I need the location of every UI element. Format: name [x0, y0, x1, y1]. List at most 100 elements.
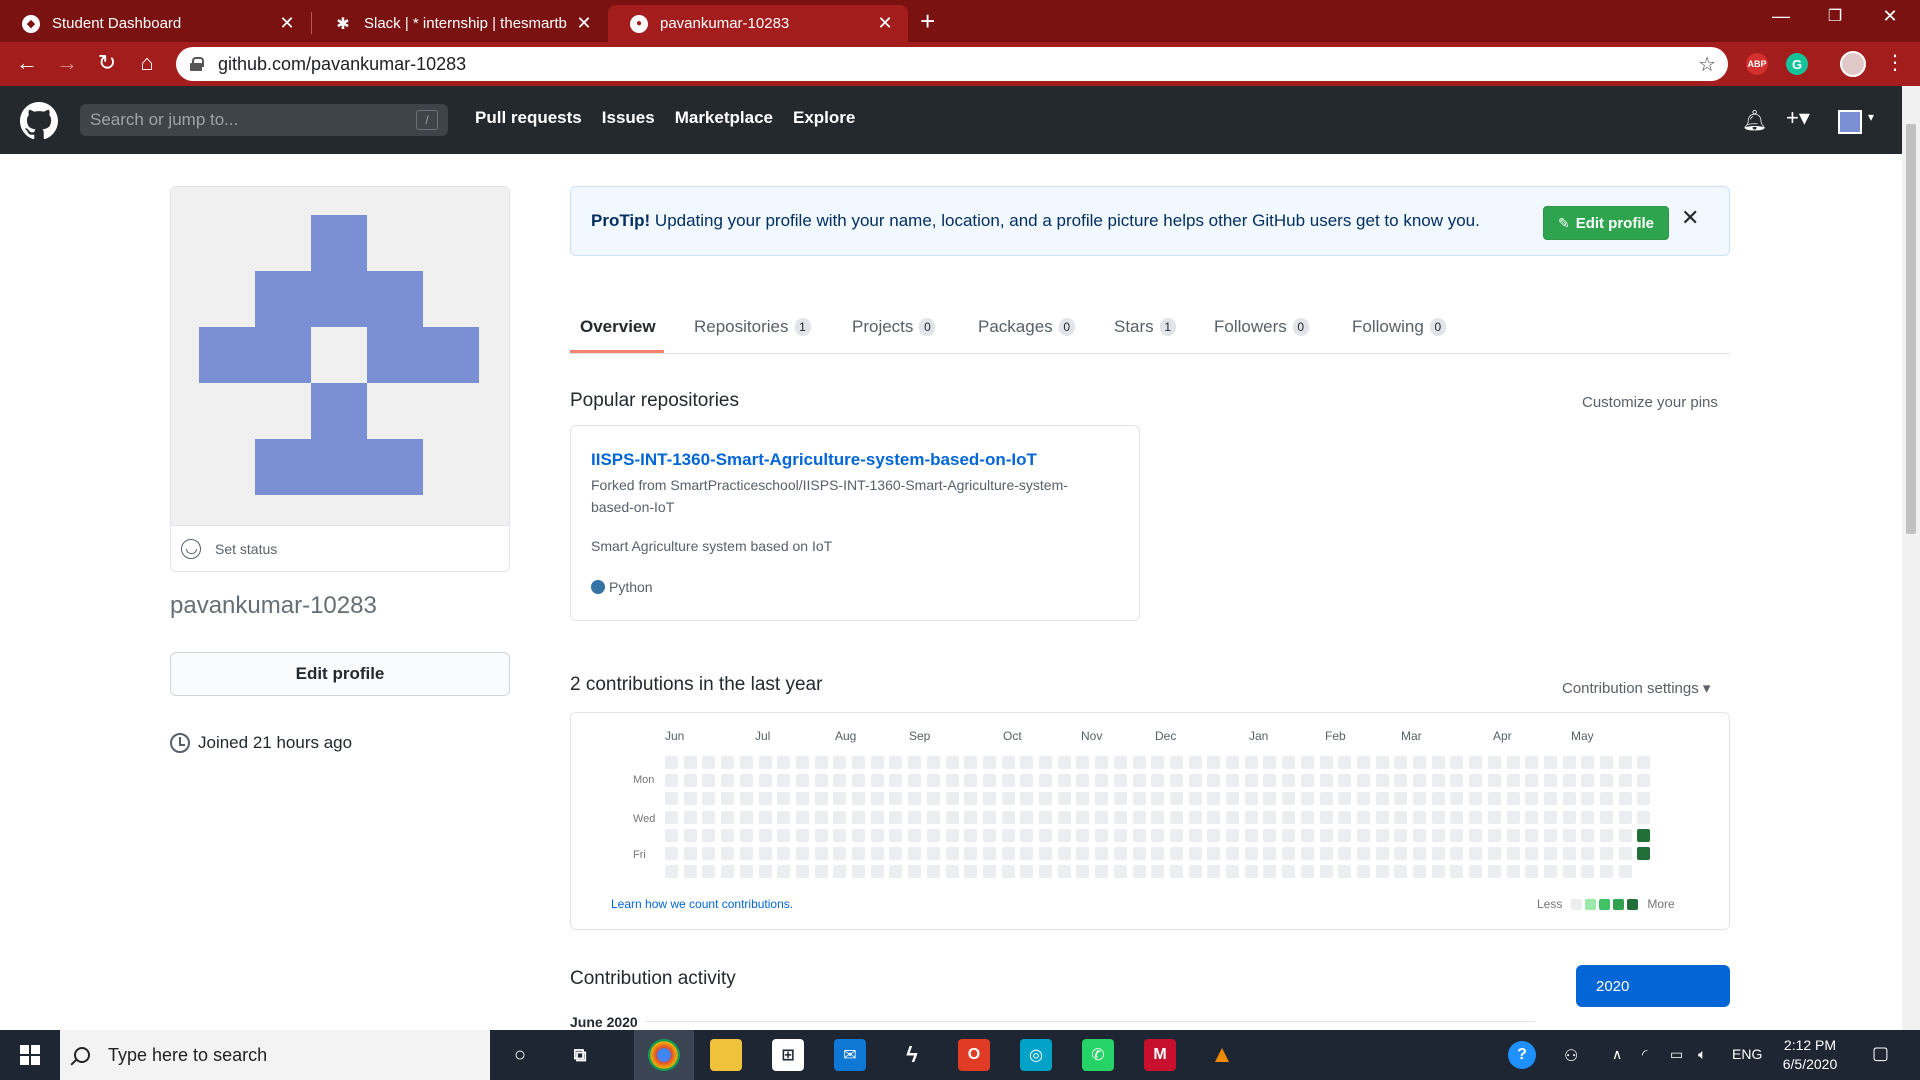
- contribution-day-cell[interactable]: [1207, 810, 1221, 824]
- contribution-day-cell[interactable]: [964, 810, 978, 824]
- contribution-day-cell[interactable]: [926, 847, 940, 860]
- contribution-day-cell[interactable]: [795, 828, 809, 842]
- contribution-day-cell[interactable]: [982, 810, 996, 824]
- contribution-day-cell[interactable]: [1188, 828, 1202, 842]
- taskbar-clock[interactable]: 2:12 PM 6/5/2020: [1770, 1036, 1850, 1074]
- contribution-day-cell[interactable]: [1562, 865, 1576, 879]
- profile-avatar-icon[interactable]: [1840, 51, 1866, 77]
- contribution-day-cell[interactable]: [1020, 810, 1034, 824]
- learn-contributions-link[interactable]: Learn how we count contributions.: [611, 897, 793, 911]
- contribution-day-cell[interactable]: [1113, 828, 1127, 842]
- notifications-icon[interactable]: ▢: [1872, 1043, 1889, 1064]
- contribution-day-cell[interactable]: [1113, 865, 1127, 879]
- contribution-day-cell[interactable]: [777, 828, 791, 842]
- contribution-day-cell[interactable]: [1188, 810, 1202, 824]
- contribution-day-cell[interactable]: [1506, 756, 1520, 769]
- contribution-day-cell[interactable]: [1020, 774, 1034, 788]
- contribution-day-cell[interactable]: [1207, 792, 1221, 806]
- contribution-day-cell[interactable]: [1600, 847, 1613, 860]
- contribution-day-cell[interactable]: [1356, 828, 1370, 842]
- dismiss-close-icon[interactable]: ✕: [1681, 205, 1699, 231]
- contribution-day-cell[interactable]: [870, 847, 884, 860]
- contribution-day-cell[interactable]: [1226, 792, 1239, 806]
- contribution-day-cell[interactable]: [739, 847, 753, 860]
- contribution-day-cell[interactable]: [1487, 774, 1501, 788]
- contribution-day-cell[interactable]: [833, 847, 847, 860]
- contribution-day-cell[interactable]: [739, 774, 753, 788]
- contribution-day-cell[interactable]: [1487, 792, 1501, 806]
- contribution-day-cell[interactable]: [852, 828, 865, 842]
- mail-icon[interactable]: ✉: [834, 1039, 866, 1071]
- contribution-day-cell[interactable]: [964, 774, 978, 788]
- contribution-day-cell[interactable]: [665, 810, 678, 824]
- contribution-day-cell[interactable]: [1282, 774, 1296, 788]
- contribution-day-cell[interactable]: [982, 865, 996, 879]
- mcafee-icon[interactable]: M: [1144, 1039, 1176, 1071]
- contribution-day-cell[interactable]: [1039, 847, 1052, 860]
- contribution-day-cell[interactable]: [1132, 792, 1146, 806]
- contribution-day-cell[interactable]: [1095, 774, 1109, 788]
- year-2020-button[interactable]: 2020: [1576, 965, 1730, 1007]
- contribution-day-cell[interactable]: [926, 774, 940, 788]
- tab-stars[interactable]: Stars 1: [1114, 310, 1176, 344]
- contribution-day-cell[interactable]: [1113, 810, 1127, 824]
- bell-icon[interactable]: 🔔︎: [1742, 108, 1767, 133]
- contribution-day-cell[interactable]: [964, 828, 978, 842]
- contribution-day-cell[interactable]: [1600, 774, 1613, 788]
- contribution-day-cell[interactable]: [1543, 756, 1557, 769]
- contribution-day-cell[interactable]: [1076, 847, 1090, 860]
- contribution-day-cell[interactable]: [1300, 847, 1314, 860]
- home-icon[interactable]: ⌂: [132, 50, 162, 76]
- contribution-day-cell[interactable]: [1450, 774, 1464, 788]
- contribution-day-cell[interactable]: [721, 865, 735, 879]
- contribution-day-cell[interactable]: [1450, 828, 1464, 842]
- contribution-day-cell[interactable]: [1394, 847, 1408, 860]
- contribution-day-cell[interactable]: [1282, 756, 1296, 769]
- contribution-day-cell[interactable]: [1095, 792, 1109, 806]
- contribution-day-cell[interactable]: [1095, 865, 1109, 879]
- contribution-day-cell[interactable]: [1039, 865, 1052, 879]
- contribution-day-cell[interactable]: [758, 810, 772, 824]
- contribution-day-cell[interactable]: [758, 847, 772, 860]
- contribution-day-cell[interactable]: [1338, 756, 1352, 769]
- contribution-day-cell[interactable]: [1618, 847, 1632, 860]
- contribution-day-cell[interactable]: [1282, 828, 1296, 842]
- contribution-day-cell[interactable]: [1356, 774, 1370, 788]
- contribution-day-cell[interactable]: [1226, 774, 1239, 788]
- contribution-day-cell[interactable]: [777, 792, 791, 806]
- chrome-icon[interactable]: [648, 1039, 680, 1071]
- contribution-day-cell[interactable]: [1413, 756, 1426, 769]
- contribution-day-cell[interactable]: [1506, 847, 1520, 860]
- customize-pins-link[interactable]: Customize your pins: [1582, 394, 1718, 411]
- contribution-day-cell[interactable]: [870, 792, 884, 806]
- adblock-icon[interactable]: ABP: [1746, 53, 1768, 75]
- contribution-day-cell[interactable]: [1450, 810, 1464, 824]
- whatsapp-icon[interactable]: ✆: [1082, 1039, 1114, 1071]
- contribution-day-cell[interactable]: [1375, 792, 1389, 806]
- contribution-day-cell[interactable]: [1525, 756, 1539, 769]
- contribution-day-cell[interactable]: [908, 847, 922, 860]
- contribution-day-cell[interactable]: [1300, 828, 1314, 842]
- contribution-day-cell[interactable]: [1581, 828, 1595, 842]
- tab-repositories[interactable]: Repositories 1: [694, 310, 811, 344]
- contribution-day-cell[interactable]: [1039, 792, 1052, 806]
- contribution-day-cell[interactable]: [777, 847, 791, 860]
- contribution-day-cell[interactable]: [1151, 847, 1165, 860]
- contribution-day-cell[interactable]: [1132, 774, 1146, 788]
- contribution-day-cell[interactable]: [1244, 828, 1258, 842]
- cortana-icon[interactable]: ○: [504, 1039, 536, 1071]
- contribution-day-cell[interactable]: [739, 828, 753, 842]
- contribution-day-cell[interactable]: [1169, 756, 1183, 769]
- contribution-day-cell[interactable]: [1188, 865, 1202, 879]
- contribution-day-cell[interactable]: [1413, 810, 1426, 824]
- contribution-day-cell[interactable]: [1469, 792, 1483, 806]
- contribution-day-cell[interactable]: [982, 828, 996, 842]
- contribution-day-cell[interactable]: [1450, 847, 1464, 860]
- wifi-icon[interactable]: ◜: [1642, 1046, 1647, 1063]
- contribution-day-cell[interactable]: [926, 810, 940, 824]
- contribution-day-cell[interactable]: [1057, 828, 1071, 842]
- contribution-day-cell[interactable]: [1113, 792, 1127, 806]
- contribution-day-cell[interactable]: [1132, 847, 1146, 860]
- contribution-day-cell[interactable]: [1001, 792, 1015, 806]
- contribution-day-cell[interactable]: [1244, 756, 1258, 769]
